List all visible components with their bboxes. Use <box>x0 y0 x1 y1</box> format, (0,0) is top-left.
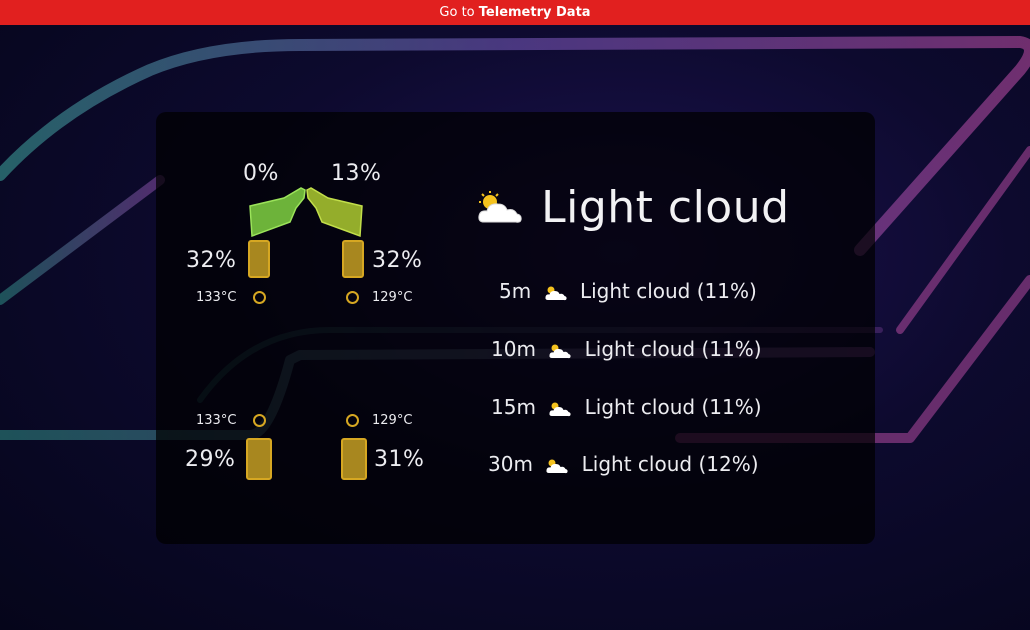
front-left-tyre-wear: 32% <box>186 248 237 273</box>
partly-cloudy-icon <box>546 459 568 473</box>
front-left-tyre <box>248 240 270 278</box>
rear-right-tyre <box>341 438 367 480</box>
partly-cloudy-icon <box>549 402 571 416</box>
telemetry-link-bar[interactable]: Go to Telemetry Data <box>0 0 1030 25</box>
front-wing-right-damage: 13% <box>331 161 382 186</box>
partly-cloudy-icon <box>549 344 571 358</box>
forecast-label: Light cloud (12%) <box>581 452 759 476</box>
front-right-temp-indicator <box>346 291 359 304</box>
rear-right-tyre-temp: 129°C <box>372 413 413 428</box>
forecast-row: 30m Light cloud (12%) <box>488 452 759 476</box>
forecast-time: 30m <box>488 452 533 476</box>
rear-right-tyre-wear: 31% <box>374 447 425 472</box>
front-right-tyre <box>342 240 364 278</box>
rear-left-temp-indicator <box>253 414 266 427</box>
telemetry-link-text[interactable]: Telemetry Data <box>479 5 591 20</box>
forecast-label: Light cloud (11%) <box>584 337 762 361</box>
partly-cloudy-icon <box>545 286 567 300</box>
rear-left-tyre <box>246 438 272 480</box>
rear-left-tyre-temp: 133°C <box>196 413 237 428</box>
current-weather-label: Light cloud <box>541 182 790 233</box>
telemetry-link-prefix: Go to <box>439 5 475 20</box>
car-weather-panel: 0% 13% 32% 133°C 32% 129°C 133°C 29% 129… <box>156 112 875 544</box>
forecast-time: 5m <box>499 279 532 303</box>
front-right-tyre-wear: 32% <box>372 248 423 273</box>
forecast-time: 15m <box>491 395 536 419</box>
rear-left-tyre-wear: 29% <box>185 447 236 472</box>
current-weather: Light cloud <box>476 182 790 233</box>
front-right-tyre-temp: 129°C <box>372 290 413 305</box>
front-wing-icon <box>249 187 363 238</box>
forecast-time: 10m <box>491 337 536 361</box>
front-left-temp-indicator <box>253 291 266 304</box>
front-left-tyre-temp: 133°C <box>196 290 237 305</box>
forecast-row: 5m Light cloud (11%) <box>499 279 757 303</box>
forecast-label: Light cloud (11%) <box>584 395 762 419</box>
forecast-row: 15m Light cloud (11%) <box>491 395 762 419</box>
rear-right-temp-indicator <box>346 414 359 427</box>
forecast-row: 10m Light cloud (11%) <box>491 337 762 361</box>
front-wing-left-damage: 0% <box>243 161 279 186</box>
forecast-label: Light cloud (11%) <box>579 279 757 303</box>
partly-cloudy-icon <box>478 190 522 223</box>
